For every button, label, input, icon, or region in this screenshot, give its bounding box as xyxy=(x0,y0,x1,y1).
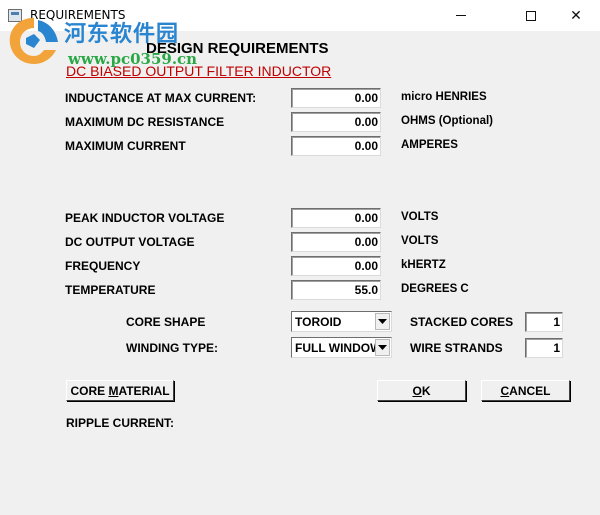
minimize-icon xyxy=(456,15,466,16)
frequency-unit: kHERTZ xyxy=(401,259,446,271)
core-material-label-mnemonic: M xyxy=(108,383,119,398)
frequency-input[interactable]: 0.00 xyxy=(291,256,381,276)
maximize-icon xyxy=(526,10,536,21)
peak-inductor-voltage-label: PEAK INDUCTOR VOLTAGE xyxy=(65,211,225,225)
winding-type-label: WINDING TYPE: xyxy=(126,341,218,355)
dc-output-voltage-input[interactable]: 0.00 xyxy=(291,232,381,252)
close-icon: ✕ xyxy=(570,7,582,24)
max-dc-resistance-unit: OHMS (Optional) xyxy=(401,115,493,127)
temperature-input[interactable]: 55.0 xyxy=(291,280,381,300)
minimize-button[interactable] xyxy=(438,0,484,31)
core-material-label-post: ATERIAL xyxy=(118,383,170,398)
max-current-unit: AMPERES xyxy=(401,139,458,151)
core-shape-dropdown-button[interactable] xyxy=(375,313,390,330)
dialog-subheading: DC BIASED OUTPUT FILTER INDUCTOR xyxy=(66,63,332,79)
max-dc-resistance-label: MAXIMUM DC RESISTANCE xyxy=(65,115,225,129)
temperature-unit: DEGREES C xyxy=(401,283,469,295)
frequency-label: FREQUENCY xyxy=(65,259,141,273)
winding-type-dropdown-button[interactable] xyxy=(375,339,390,356)
ok-label-mnemonic: O xyxy=(412,383,422,398)
chevron-down-icon xyxy=(378,319,387,324)
winding-type-value: FULL WINDOW xyxy=(295,341,375,355)
max-current-input[interactable]: 0.00 xyxy=(291,136,381,156)
temperature-label: TEMPERATURE xyxy=(65,283,156,297)
dialog-heading: DESIGN REQUIREMENTS xyxy=(146,40,329,57)
chevron-down-icon xyxy=(378,345,387,350)
dc-output-voltage-unit: VOLTS xyxy=(401,235,439,247)
peak-inductor-voltage-input[interactable]: 0.00 xyxy=(291,208,381,228)
maximize-button[interactable] xyxy=(508,0,554,31)
max-current-label: MAXIMUM CURRENT xyxy=(65,139,186,153)
core-shape-value: TOROID xyxy=(295,315,342,329)
winding-type-select[interactable]: FULL WINDOW xyxy=(291,337,392,358)
stacked-cores-input[interactable]: 1 xyxy=(525,312,563,332)
core-shape-label: CORE SHAPE xyxy=(126,315,206,329)
inductance-label: INDUCTANCE AT MAX CURRENT: xyxy=(65,91,257,105)
ok-label-post: K xyxy=(421,383,431,398)
ok-button[interactable]: OK xyxy=(377,380,466,401)
cancel-label-post: ANCEL xyxy=(509,383,551,398)
wire-strands-label: WIRE STRANDS xyxy=(410,341,503,355)
core-shape-select[interactable]: TOROID xyxy=(291,311,392,332)
wire-strands-input[interactable]: 1 xyxy=(525,338,563,358)
core-material-button[interactable]: CORE M ATERIAL xyxy=(66,380,174,401)
stacked-cores-label: STACKED CORES xyxy=(410,315,514,329)
close-button[interactable]: ✕ xyxy=(553,0,599,31)
core-material-label-pre: CORE xyxy=(70,383,109,398)
inductance-input[interactable]: 0.00 xyxy=(291,88,381,108)
cancel-label-mnemonic: C xyxy=(500,383,510,398)
watermark-logo-icon xyxy=(9,18,58,64)
max-dc-resistance-input[interactable]: 0.00 xyxy=(291,112,381,132)
cancel-button[interactable]: C ANCEL xyxy=(481,380,570,401)
inductance-unit: micro HENRIES xyxy=(401,91,487,103)
peak-inductor-voltage-unit: VOLTS xyxy=(401,211,439,223)
dc-output-voltage-label: DC OUTPUT VOLTAGE xyxy=(65,235,195,249)
ripple-current-label: RIPPLE CURRENT: xyxy=(66,416,175,430)
